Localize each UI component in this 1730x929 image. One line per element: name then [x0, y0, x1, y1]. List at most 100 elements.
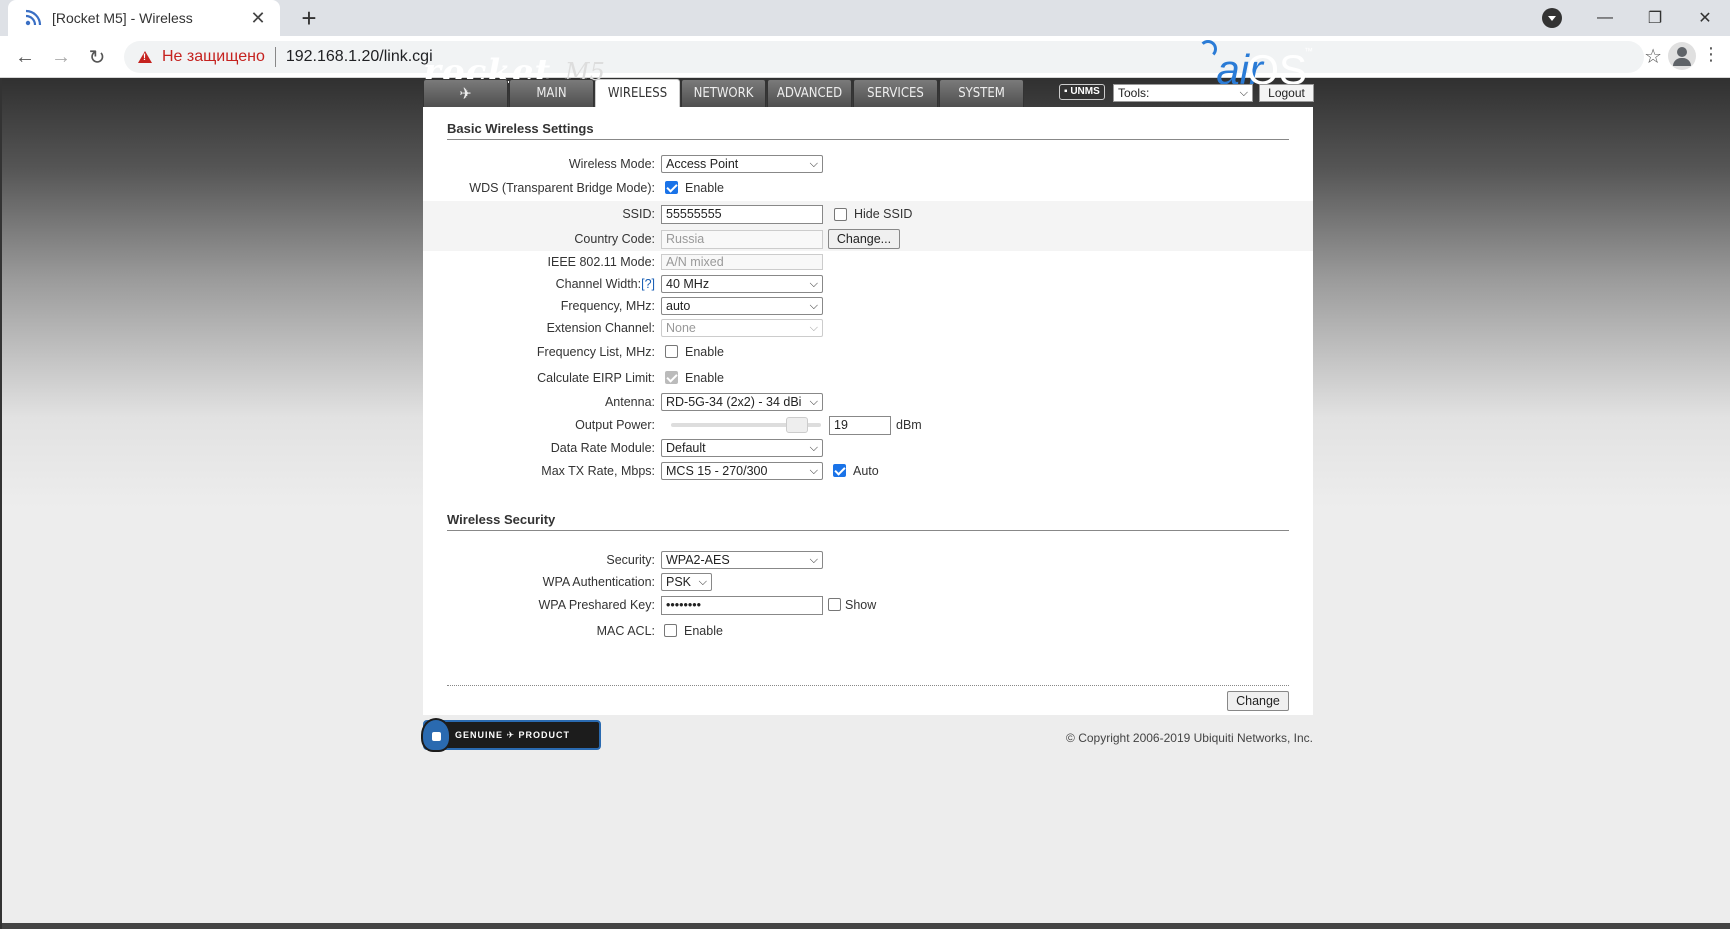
- antenna-value: RD-5G-34 (2x2) - 34 dBi: [666, 395, 802, 409]
- bottom-bar: [2, 923, 1730, 929]
- psk-show-checkbox[interactable]: [828, 598, 841, 611]
- back-arrow-icon[interactable]: ←: [10, 42, 40, 72]
- frequency-list-checkbox[interactable]: [665, 345, 678, 358]
- chevron-down-icon: ⌵: [809, 300, 818, 312]
- genuine-product-text: GENUINE ✈ PRODUCT: [455, 729, 571, 740]
- row-ssid: SSID: 55555555 Hide SSID: [423, 201, 1313, 227]
- row-security: Security: WPA2-AES ⌵: [423, 549, 1313, 571]
- max-tx-auto-checkbox[interactable]: [833, 464, 846, 477]
- tab-advanced[interactable]: ADVANCED: [767, 79, 852, 107]
- copyright-text: © Copyright 2006-2019 Ubiquiti Networks,…: [1066, 731, 1313, 745]
- settings-panel: Basic Wireless Settings Wireless Mode: A…: [423, 107, 1313, 715]
- restore-icon[interactable]: ❐: [1630, 0, 1680, 36]
- row-mac-acl: MAC ACL: Enable: [423, 620, 1313, 642]
- output-power-slider-thumb[interactable]: [786, 417, 809, 433]
- chevron-down-icon: ⌵: [809, 158, 818, 170]
- data-rate-select[interactable]: Default ⌵: [661, 439, 823, 457]
- wireless-mode-select[interactable]: Access Point ⌵: [661, 155, 823, 173]
- wds-checkbox[interactable]: [665, 181, 678, 194]
- channel-width-help-link[interactable]: [?]: [641, 277, 655, 291]
- new-tab-icon[interactable]: +: [294, 3, 324, 33]
- hide-ssid-label: Hide SSID: [854, 207, 913, 221]
- account-icon[interactable]: [1668, 42, 1696, 70]
- output-power-input[interactable]: 19: [829, 416, 891, 435]
- max-tx-select[interactable]: MCS 15 - 270/300 ⌵: [661, 462, 823, 480]
- chevron-down-icon: ⌵: [1239, 87, 1248, 99]
- chevron-down-icon: ⌵: [809, 465, 818, 477]
- row-antenna: Antenna: RD-5G-34 (2x2) - 34 dBi ⌵: [423, 391, 1313, 413]
- tab-main[interactable]: MAIN: [509, 79, 594, 107]
- chevron-down-icon: ⌵: [809, 278, 818, 290]
- row-wpa-auth: WPA Authentication: PSK ⌵: [423, 571, 1313, 593]
- tab-services[interactable]: SERVICES: [853, 79, 938, 107]
- chevron-down-icon: ⌵: [809, 554, 818, 566]
- channel-width-label: Channel Width:: [555, 277, 642, 291]
- country-change-button[interactable]: Change...: [828, 229, 900, 249]
- main-nav: ✈ MAIN WIRELESS NETWORK ADVANCED SERVICE…: [423, 79, 1314, 107]
- section-divider: [447, 530, 1289, 531]
- channel-width-select[interactable]: 40 MHz ⌵: [661, 275, 823, 293]
- tab-system[interactable]: SYSTEM: [939, 79, 1024, 107]
- tab-ubnt-logo[interactable]: ✈: [423, 79, 508, 107]
- wifi-arc-icon: [1199, 40, 1217, 58]
- row-frequency: Frequency, MHz: auto ⌵: [423, 295, 1313, 317]
- antenna-select[interactable]: RD-5G-34 (2x2) - 34 dBi ⌵: [661, 393, 823, 411]
- chevron-down-icon: ⌵: [809, 442, 818, 454]
- close-tab-icon[interactable]: ✕: [248, 8, 268, 29]
- ssid-input[interactable]: 55555555: [661, 205, 823, 224]
- row-frequency-list: Frequency List, MHz: Enable: [423, 341, 1313, 363]
- channel-width-label-wrap: Channel Width:[?]: [556, 277, 655, 291]
- row-data-rate: Data Rate Module: Default ⌵: [423, 437, 1313, 459]
- tab-network[interactable]: NETWORK: [681, 79, 766, 107]
- data-rate-value: Default: [666, 441, 706, 455]
- extension-channel-value: None: [666, 321, 696, 335]
- eirp-option-label: Enable: [685, 371, 724, 385]
- not-secure-label[interactable]: Не защищено: [162, 48, 265, 66]
- extension-channel-label: Extension Channel:: [546, 321, 655, 335]
- row-country: Country Code: Russia Change...: [423, 227, 1313, 251]
- kebab-menu-icon[interactable]: ⋮: [1702, 44, 1720, 65]
- psk-show-label: Show: [845, 598, 877, 612]
- row-wireless-mode: Wireless Mode: Access Point ⌵: [423, 153, 1313, 175]
- reload-icon[interactable]: ↻: [82, 42, 112, 72]
- row-channel-width: Channel Width:[?] 40 MHz ⌵: [423, 273, 1313, 295]
- minimize-icon[interactable]: —: [1580, 0, 1630, 36]
- lock-shield-icon: [421, 718, 451, 752]
- wds-label: WDS (Transparent Bridge Mode):: [469, 181, 655, 195]
- hide-ssid-checkbox[interactable]: [834, 208, 847, 221]
- tools-value: Tools:: [1118, 86, 1150, 100]
- security-value: WPA2-AES: [666, 553, 730, 567]
- antenna-label: Antenna:: [604, 395, 655, 409]
- tools-select[interactable]: Tools: ⌵: [1113, 84, 1253, 102]
- max-tx-auto-label: Auto: [853, 464, 879, 478]
- wpa-auth-label: WPA Authentication:: [542, 575, 655, 589]
- airos-logo-tm: ™: [1304, 46, 1313, 56]
- change-button[interactable]: Change: [1227, 691, 1289, 711]
- mac-acl-checkbox[interactable]: [664, 624, 677, 637]
- unms-badge[interactable]: ▪ UNMS: [1059, 84, 1105, 100]
- browser-tabbar: [Rocket M5] - Wireless ✕ + — ❐ ✕: [0, 0, 1730, 36]
- wpa-auth-select[interactable]: PSK ⌵: [661, 573, 712, 591]
- basic-settings-title: Basic Wireless Settings: [447, 121, 594, 136]
- tab-wireless[interactable]: WIRELESS: [595, 79, 680, 107]
- ieee-input: A/N mixed: [661, 254, 823, 270]
- security-label: Security:: [606, 553, 655, 567]
- psk-label: WPA Preshared Key:: [538, 598, 656, 612]
- close-window-icon[interactable]: ✕: [1680, 0, 1730, 36]
- browser-tab[interactable]: [Rocket M5] - Wireless ✕: [8, 0, 280, 36]
- frequency-list-option-label: Enable: [685, 345, 724, 359]
- tab-search-icon[interactable]: [1542, 8, 1562, 28]
- bookmark-star-icon[interactable]: ☆: [1644, 44, 1662, 69]
- output-power-label: Output Power:: [575, 418, 655, 432]
- url-text[interactable]: 192.168.1.20/link.cgi: [286, 48, 433, 66]
- forward-arrow-icon[interactable]: →: [46, 42, 76, 72]
- security-select[interactable]: WPA2-AES ⌵: [661, 551, 823, 569]
- psk-input[interactable]: ••••••••: [661, 596, 823, 615]
- warning-icon: [138, 51, 152, 63]
- wpa-auth-value: PSK: [666, 575, 692, 589]
- unms-label: UNMS: [1070, 86, 1100, 97]
- logout-button[interactable]: Logout: [1259, 84, 1314, 102]
- extension-channel-select: None ⌵: [661, 319, 823, 337]
- frequency-select[interactable]: auto ⌵: [661, 297, 823, 315]
- max-tx-value: MCS 15 - 270/300: [666, 464, 768, 478]
